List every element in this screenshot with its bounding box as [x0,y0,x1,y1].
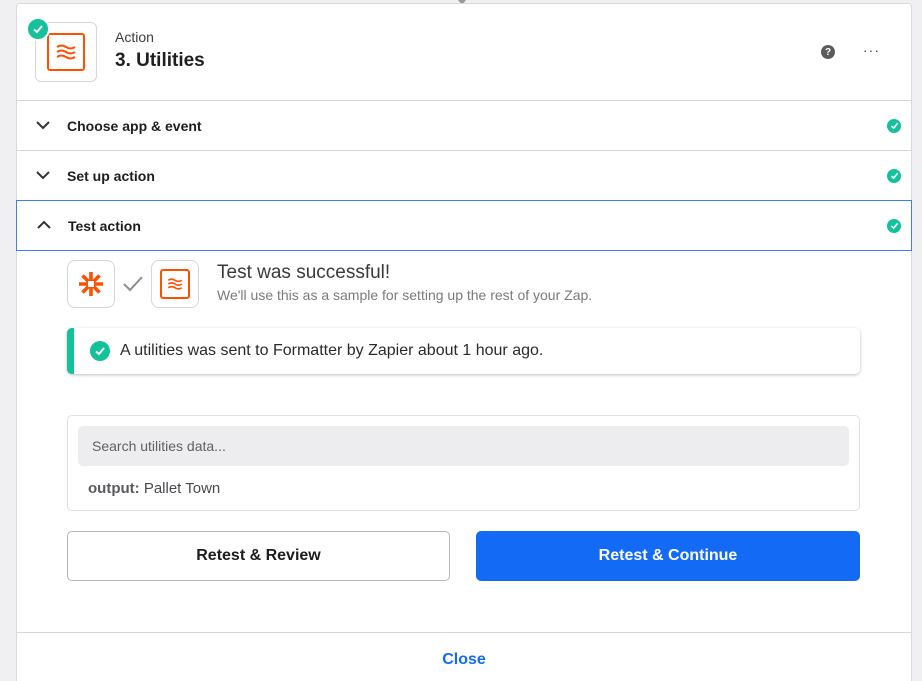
check-icon [887,118,901,133]
output-value: Pallet Town [143,480,221,497]
more-options-icon[interactable]: ··· [863,42,880,58]
output-key: output: [88,480,140,497]
search-input[interactable] [78,426,849,466]
step-card: Action 3. Utilities ? ··· Choose app & e… [16,3,912,681]
retest-review-button[interactable]: Retest & Review [67,531,450,581]
chevron-up-icon [37,220,51,229]
retest-continue-button[interactable]: Retest & Continue [476,531,860,581]
zapier-logo-icon [67,260,115,308]
check-circle-icon [90,341,110,361]
accordion-choose-app-event[interactable]: Choose app & event [17,101,911,151]
check-icon [887,168,901,183]
success-alert: A utilities was sent to Formatter by Zap… [67,328,860,374]
chevron-down-icon [36,171,50,180]
output-field: output: Pallet Town [88,480,220,497]
check-icon [887,218,901,233]
check-icon [123,276,143,292]
step-header: Action 3. Utilities ? ··· [17,4,911,101]
sample-data-box: output: Pallet Town [67,415,860,511]
test-action-panel: Test was successful! We'll use this as a… [17,251,911,631]
formatter-logo-icon [151,260,199,308]
step-kicker: Action [115,29,154,45]
step-title: 3. Utilities [115,50,205,71]
test-success-subtitle: We'll use this as a sample for setting u… [217,287,593,303]
close-button[interactable]: Close [17,651,911,669]
alert-message: A utilities was sent to Formatter by Zap… [120,342,544,359]
accordion-label: Test action [68,217,141,234]
accordion-set-up-action[interactable]: Set up action [17,151,911,201]
accordion-test-action[interactable]: Test action [16,200,912,251]
formatter-icon [47,33,85,71]
chevron-down-icon [36,121,50,130]
card-footer: Close [17,632,911,681]
help-icon[interactable]: ? [821,45,835,59]
accordion-label: Set up action [67,167,155,184]
test-success-title: Test was successful! [217,262,391,283]
step-complete-check-icon [26,17,50,41]
accordion-label: Choose app & event [67,117,202,134]
